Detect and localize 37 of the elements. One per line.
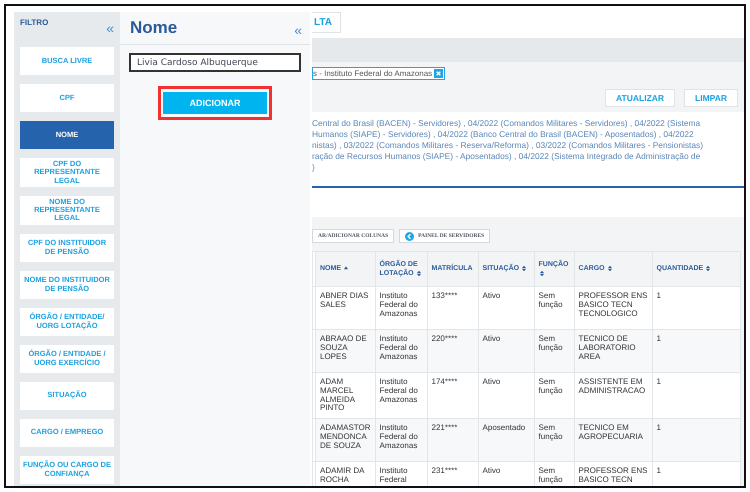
filter-summary-text: nistas) , 03/2022 (Comandos Militares - Reserva/Reforma) , 03/2022 (Comandos Militares - Pensionistas) [312,140,704,151]
table-cell: 1 [652,418,740,462]
chevron-left-icon [405,232,414,240]
panel-title: Nome [130,18,178,38]
sidebar-title: FILTRO [20,18,48,27]
filter-summary-text: ração de Recursos Humanos (SIAPE) - Aposentados) , 04/2022 (Sistema Integrado de Administração de [312,151,702,162]
sort-icon [606,264,613,272]
action-button[interactable]: LIMPAR [684,89,738,107]
table-cell: Sem função [534,418,574,462]
sort-icon [521,264,528,272]
table-cell: TECNICO EM AGROPECUARIA [574,418,652,462]
table-cell: TECNICO DE LABORATORIO AREA [574,330,652,372]
tag-label: s - Instituto Federal do Amazonas [313,68,432,78]
tab-button[interactable]: LTA [312,12,341,33]
name-input-field[interactable]: Livia Cardoso Albuquerque [129,53,301,72]
table-cell: 220**** [427,330,478,372]
action-button[interactable]: ATUALIZAR [605,89,676,107]
sort-ascending-icon [342,264,349,272]
filter-summary-text: Humanos (SIAPE) - Servidores) , 04/2022 (Banco Central do Brasil (BACEN) - Aposentados) , 04/2022 [312,129,695,140]
table-cell: Instituto Federal do Amazonas [375,330,428,372]
collapse-button[interactable]: « [106,21,114,35]
table-cell: Ativo [478,330,534,372]
table-cell: Instituto Federal do Amazonas [375,418,428,462]
close-icon[interactable] [434,68,444,78]
collapse-button[interactable]: « [294,22,302,36]
table-cell: Sem função [534,330,574,372]
filter-summary-text: ) [312,162,316,173]
table-cell: ABRAAO DE SOUZA LOPES [316,330,376,372]
sort-icon [705,264,712,272]
table-cell: Aposentado [478,418,534,462]
filter-summary-text: Central do Brasil (BACEN) - Servidores) , 04/2022 (Comandos Militares - Servidores) , 04/2022 (Sistema [312,118,702,129]
sort-icon [538,270,545,277]
sort-icon [416,270,422,277]
table-cell: 221**** [427,418,478,462]
table-cell: 1 [652,330,740,372]
table-cell: ADAMASTOR MENDONCA DE SOUZA [316,418,376,462]
add-button[interactable]: ADICIONAR [163,92,267,114]
